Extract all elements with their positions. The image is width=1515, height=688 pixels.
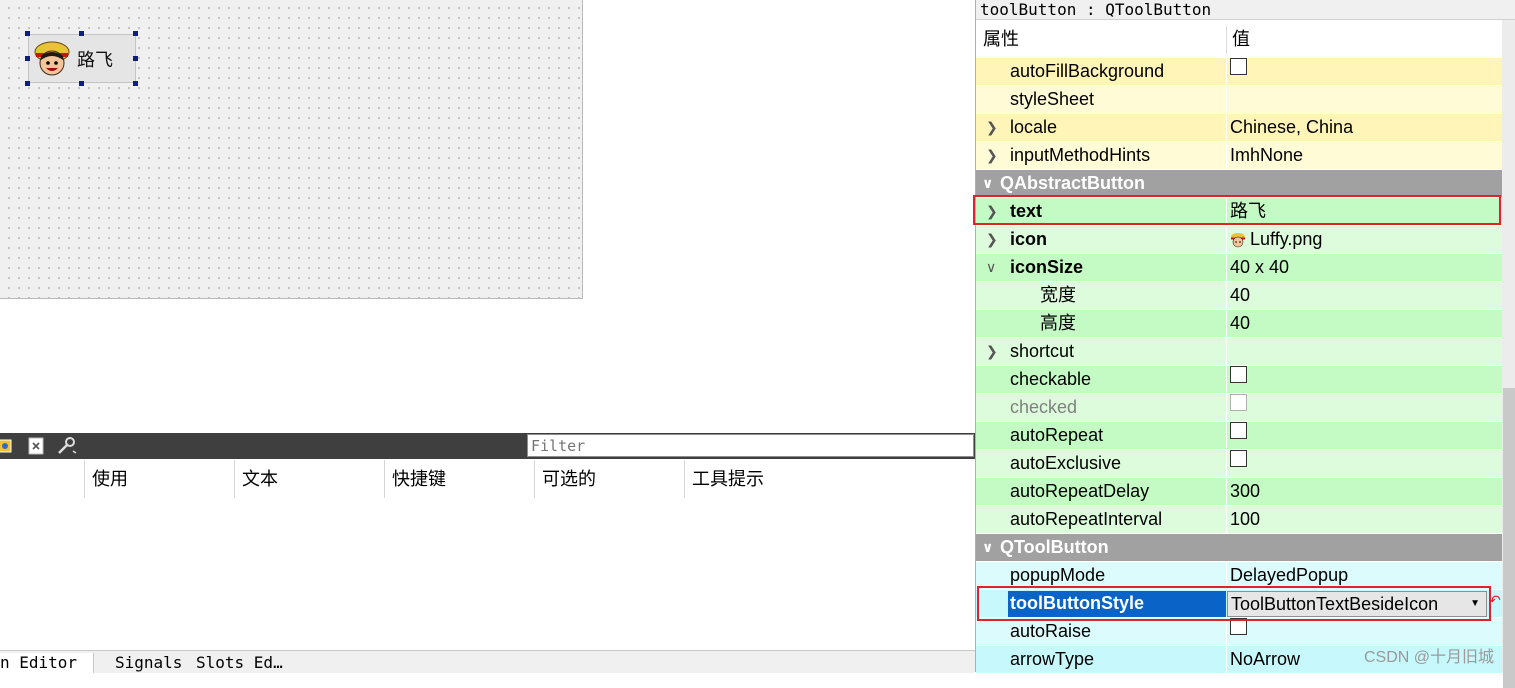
chevron-right-icon[interactable]: ❯ [986,120,1000,134]
luffy-icon [34,41,70,75]
property-name: autoFillBackground [1010,61,1165,81]
property-value[interactable]: DelayedPopup [1230,562,1348,589]
property-row: checked [976,394,1502,422]
object-title: toolButton : QToolButton [976,0,1515,20]
header-property[interactable]: 属性 [983,20,1019,58]
luffy-icon [1231,232,1245,247]
property-name: autoExclusive [1010,453,1122,473]
chevron-down-icon[interactable]: ∨ [986,260,1000,274]
chevron-down-icon[interactable]: ∨ [982,176,996,190]
property-name: checkable [1010,369,1092,389]
property-value[interactable]: NoArrow [1230,646,1300,673]
property-value[interactable]: Luffy.png [1250,226,1322,253]
property-row[interactable]: ❯ locale Chinese, China [976,114,1502,142]
property-row[interactable]: ❯ inputMethodHints ImhNone [976,142,1502,170]
property-row[interactable]: ∨ iconSize 40 x 40 [976,254,1502,282]
property-name: autoRepeatInterval [1010,509,1163,529]
property-row[interactable]: ❯ icon Luffy.png [976,226,1502,254]
action-table-header: 使用 文本 快捷键 可选的 工具提示 [0,460,975,498]
tool-button-label: 路飞 [77,49,113,70]
resize-handle-right[interactable] [133,56,138,61]
property-name: popupMode [1010,565,1106,585]
property-name: shortcut [1010,341,1075,361]
annotation-box-text [973,195,1501,225]
property-value[interactable]: Chinese, China [1230,114,1353,141]
property-name: styleSheet [1010,89,1095,109]
property-row[interactable]: autoRepeat [976,422,1502,450]
resize-handle-top[interactable] [79,31,84,36]
configure-wrench-icon[interactable] [56,437,78,455]
chevron-right-icon[interactable]: ❯ [986,344,1000,358]
property-row[interactable]: 宽度 40 [976,282,1502,310]
checkbox[interactable] [1230,58,1247,75]
property-row[interactable]: autoRepeatDelay 300 [976,478,1502,506]
resize-handle-left[interactable] [25,56,30,61]
property-name: autoRaise [1010,621,1092,641]
chevron-down-icon[interactable]: ∨ [982,540,996,554]
property-value[interactable]: ImhNone [1230,142,1303,169]
checkbox-disabled [1230,394,1247,411]
property-row[interactable]: styleSheet [976,86,1502,114]
resize-handle-top-right[interactable] [133,31,138,36]
column-header-checkable[interactable]: 可选的 [534,460,684,498]
annotation-box-toolbuttonstyle [977,586,1491,621]
property-row[interactable]: autoExclusive [976,450,1502,478]
property-name: iconSize [1010,257,1084,277]
vertical-scrollbar[interactable] [1502,20,1515,688]
chevron-right-icon[interactable]: ❯ [986,232,1000,246]
checkbox[interactable] [1230,422,1247,439]
property-value[interactable]: 100 [1230,506,1260,533]
property-value[interactable]: 40 [1230,282,1250,309]
scrollbar-thumb[interactable] [1503,388,1515,688]
watermark: CSDN @十月旧城 [1364,649,1495,666]
property-row[interactable]: ❯ shortcut [976,338,1502,366]
property-row[interactable]: 高度 40 [976,310,1502,338]
property-name: autoRepeat [1010,425,1104,445]
group-name: QAbstractButton [1000,173,1145,193]
column-header-shortcut[interactable]: 快捷键 [384,460,534,498]
property-name: locale [1010,117,1058,137]
tab-signals[interactable]: Signals [115,653,182,673]
tab-action-editor[interactable]: n Editor [0,653,95,673]
resize-handle-bottom-left[interactable] [25,81,30,86]
property-row[interactable]: checkable [976,366,1502,394]
new-action-icon[interactable] [0,437,14,455]
filter-input[interactable] [527,434,974,457]
bottom-tab-bar: n Editor Signals Slots Ed… [0,650,975,673]
property-name: 高度 [1040,313,1076,333]
group-header-qtoolbutton[interactable]: ∨ QToolButton [976,534,1502,562]
delete-action-icon[interactable] [27,437,45,455]
property-table-header: 属性 值 [976,20,1502,58]
property-name: autoRepeatDelay [1010,481,1150,501]
group-header-qabstractbutton[interactable]: ∨ QAbstractButton [976,170,1502,198]
header-value[interactable]: 值 [1232,20,1250,58]
column-header-tooltip[interactable]: 工具提示 [684,460,975,498]
property-name: inputMethodHints [1010,145,1151,165]
property-row[interactable]: autoRaise [976,618,1502,646]
group-name: QToolButton [1000,537,1109,557]
property-value[interactable]: 300 [1230,478,1260,505]
property-name: icon [1010,229,1048,249]
property-name: 宽度 [1040,285,1076,305]
resize-handle-top-left[interactable] [25,31,30,36]
luffy-tool-button[interactable]: 路飞 [28,34,136,83]
property-name: checked [1010,397,1078,417]
property-editor: toolButton : QToolButton 属性 值 autoFillBa… [973,0,1515,688]
column-header-used[interactable]: 使用 [84,460,234,498]
tab-slots-editor[interactable]: Slots Ed… [196,653,283,673]
checkbox[interactable] [1230,366,1247,383]
checkbox[interactable] [1230,450,1247,467]
property-value[interactable]: 40 [1230,310,1250,337]
chevron-right-icon[interactable]: ❯ [986,148,1000,162]
form-canvas[interactable]: 路飞 [0,0,583,299]
property-row[interactable]: autoRepeatInterval 100 [976,506,1502,534]
property-row[interactable]: autoFillBackground [976,58,1502,86]
property-value[interactable]: 40 x 40 [1230,254,1289,281]
column-header-text[interactable]: 文本 [234,460,384,498]
resize-handle-bottom-right[interactable] [133,81,138,86]
property-name: arrowType [1010,649,1095,669]
resize-handle-bottom[interactable] [79,81,84,86]
